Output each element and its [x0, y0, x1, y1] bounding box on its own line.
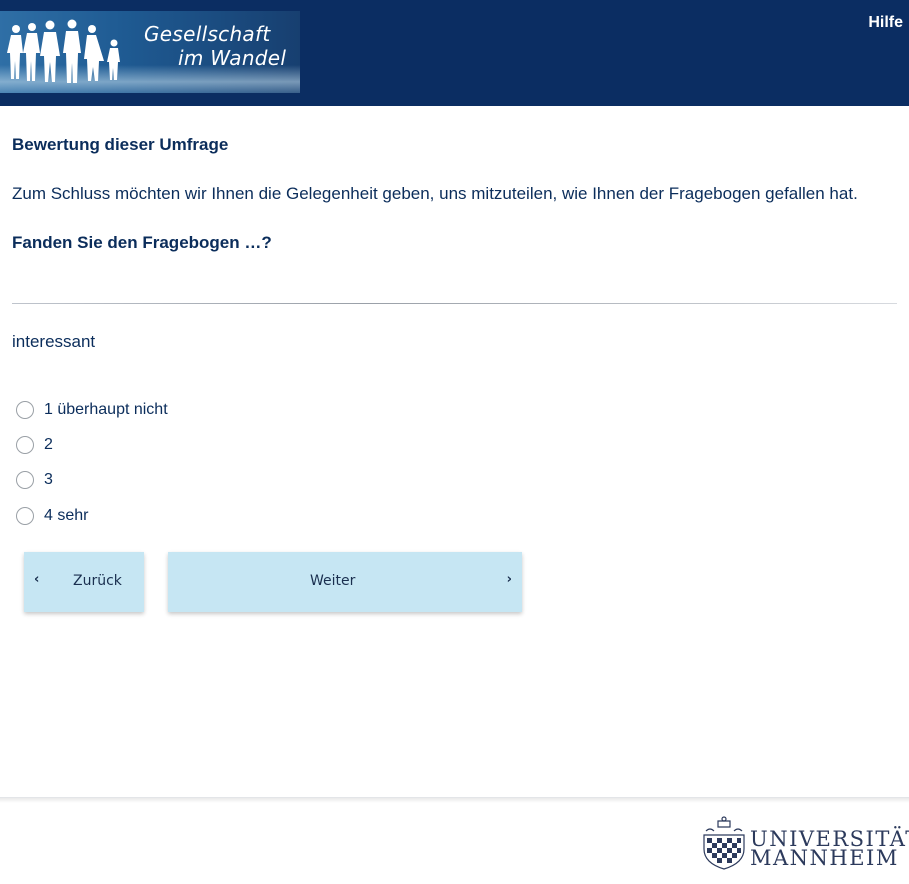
back-button-label: Zurück	[73, 573, 122, 589]
radio-button[interactable]	[16, 506, 34, 525]
next-button[interactable]: Weiter ›	[168, 552, 522, 612]
radio-button[interactable]	[16, 435, 34, 454]
university-name-line2: MANNHEIM	[750, 846, 899, 870]
back-button[interactable]: ‹ Zurück	[24, 552, 144, 612]
rating-option-3[interactable]: 3	[16, 463, 168, 498]
rating-option-label: 4 sehr	[44, 506, 89, 524]
logo-title-line2: im Wandel	[178, 46, 287, 70]
chevron-right-icon: ›	[506, 572, 512, 587]
rating-option-label: 1 überhaupt nicht	[44, 400, 168, 418]
next-button-label: Weiter	[310, 573, 356, 589]
chevron-left-icon: ‹	[34, 572, 40, 587]
radio-button[interactable]	[16, 471, 34, 490]
item-label: interessant	[12, 332, 96, 351]
section-title: Bewertung dieser Umfrage	[12, 135, 229, 154]
question-block: Bewertung dieser Umfrage Zum Schluss möc…	[12, 134, 897, 254]
question-text: Fanden Sie den Fragebogen …?	[12, 233, 272, 252]
universitaet-mannheim-logo: UNIVERSITÄT MANNHEIM	[698, 815, 909, 873]
rating-option-label: 3	[44, 471, 53, 489]
people-silhouettes-icon	[7, 19, 120, 83]
divider	[12, 303, 897, 304]
rating-option-1[interactable]: 1 überhaupt nicht	[16, 392, 168, 427]
rating-options: 1 überhaupt nicht 2 3 4 sehr	[16, 392, 168, 533]
gesellschaft-im-wandel-logo: Gesellschaft im Wandel	[0, 11, 300, 93]
rating-option-4[interactable]: 4 sehr	[16, 498, 168, 533]
university-crest-icon	[703, 816, 745, 870]
logo-title-line1: Gesellschaft	[144, 22, 271, 46]
radio-button[interactable]	[16, 400, 34, 419]
help-link[interactable]: Hilfe	[868, 14, 903, 32]
intro-text: Zum Schluss möchten wir Ihnen die Gelege…	[12, 184, 858, 203]
footer-divider	[0, 797, 909, 803]
header-bar: Gesellschaft im Wandel Hilfe	[0, 0, 909, 106]
rating-option-2[interactable]: 2	[16, 427, 168, 462]
rating-option-label: 2	[44, 435, 53, 453]
